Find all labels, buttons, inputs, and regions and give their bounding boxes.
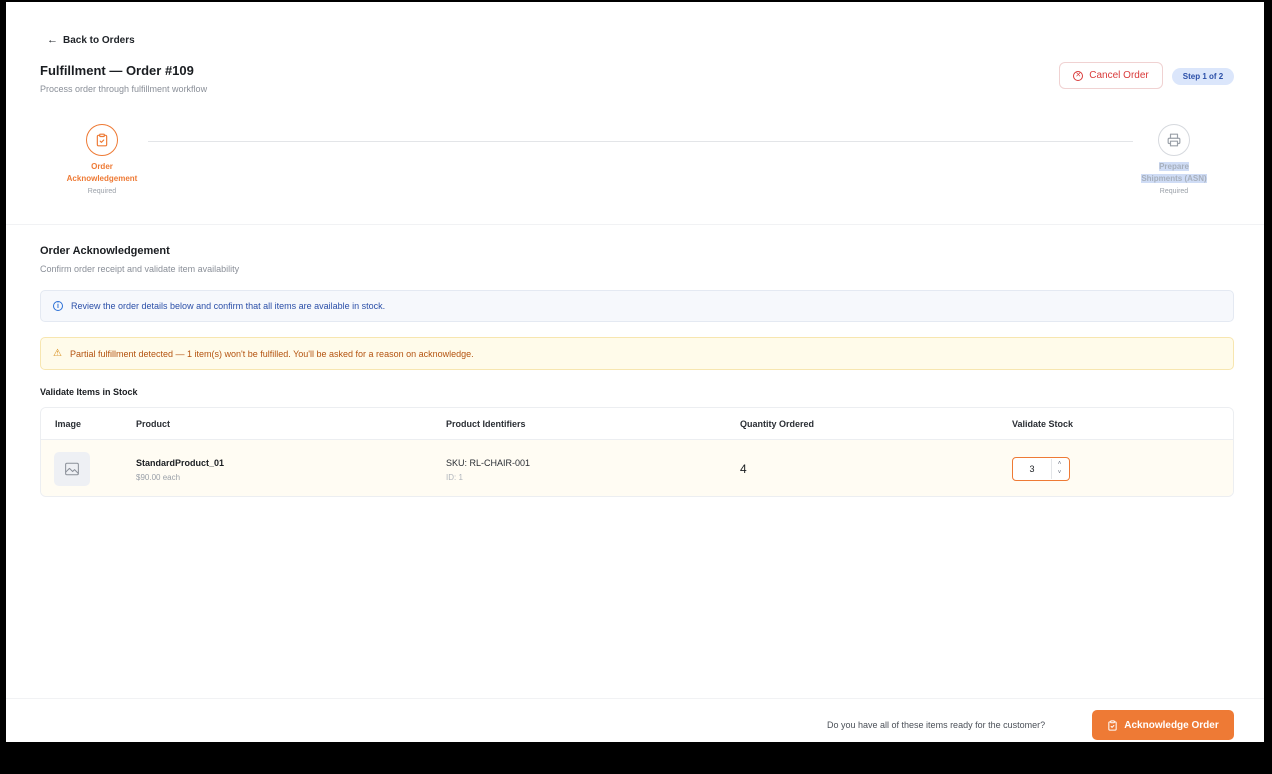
items-table: Image Product Product Identifiers Quanti… bbox=[40, 407, 1234, 497]
step-label-line1: Prepare bbox=[1159, 162, 1189, 171]
step-label-line2: Shipments (ASN) bbox=[1141, 174, 1207, 183]
product-sku: SKU: RL-CHAIR-001 bbox=[446, 458, 531, 468]
workflow-stepper: Order Acknowledgement Required Prepare S… bbox=[6, 120, 1264, 210]
page-subtitle: Process order through fulfillment workfl… bbox=[40, 84, 208, 94]
validate-stock-input[interactable] bbox=[1013, 464, 1051, 474]
step-label: Prepare Shipments (ASN) bbox=[1119, 161, 1229, 185]
step-requirement: Required bbox=[1159, 188, 1189, 195]
page-title: Fulfillment — Order #109 bbox=[40, 63, 194, 78]
image-icon bbox=[65, 462, 79, 476]
x-circle-icon: ✕ bbox=[1073, 70, 1084, 81]
stock-spinner[interactable]: ˄ ˅ bbox=[1051, 459, 1067, 479]
step-order-acknowledgement[interactable]: Order Acknowledgement Required bbox=[47, 124, 157, 195]
table-header: Image Product Product Identifiers Quanti… bbox=[41, 408, 1233, 440]
product-image-placeholder bbox=[54, 452, 90, 486]
back-link-label: Back to Orders bbox=[63, 34, 135, 46]
validate-stock-stepper[interactable]: ˄ ˅ bbox=[1012, 457, 1070, 481]
quantity-ordered: 4 bbox=[740, 462, 747, 476]
section-title: Order Acknowledgement bbox=[40, 245, 170, 257]
footer-divider bbox=[6, 698, 1264, 699]
section-divider bbox=[6, 224, 1264, 225]
fulfillment-page: ← Back to Orders Fulfillment — Order #10… bbox=[6, 2, 1264, 742]
clipboard-check-icon bbox=[1108, 719, 1117, 731]
warning-triangle-icon: ⚠ bbox=[53, 348, 62, 359]
column-header-identifiers: Product Identifiers bbox=[446, 419, 526, 429]
step-label: Order Acknowledgement bbox=[47, 161, 157, 185]
table-row: StandardProduct_01 $90.00 each SKU: RL-C… bbox=[41, 440, 1233, 496]
footer-question: Do you have all of these items ready for… bbox=[827, 720, 1046, 730]
step-requirement: Required bbox=[87, 188, 117, 195]
column-header-quantity: Quantity Ordered bbox=[740, 419, 815, 429]
column-header-product: Product bbox=[136, 419, 171, 429]
warning-message: Partial fulfillment detected — 1 item(s)… bbox=[69, 348, 474, 359]
chevron-up-icon[interactable]: ˄ bbox=[1058, 460, 1062, 469]
step-label-line1: Order bbox=[91, 162, 113, 171]
product-id: ID: 1 bbox=[446, 473, 463, 482]
warning-alert: ⚠ Partial fulfillment detected — 1 item(… bbox=[40, 337, 1234, 370]
cancel-order-button[interactable]: ✕ Cancel Order bbox=[1059, 62, 1163, 89]
step-circle bbox=[86, 124, 118, 156]
section-subtitle: Confirm order receipt and validate item … bbox=[40, 264, 240, 274]
step-label-line2: Acknowledgement bbox=[66, 174, 138, 183]
table-caption: Validate Items in Stock bbox=[40, 387, 138, 397]
step-badge: Step 1 of 2 bbox=[1172, 68, 1234, 85]
cancel-order-label: Cancel Order bbox=[1089, 70, 1149, 81]
column-header-image: Image bbox=[55, 419, 82, 429]
product-name: StandardProduct_01 bbox=[136, 458, 225, 468]
info-message: Review the order details below and confi… bbox=[71, 301, 386, 311]
chevron-down-icon[interactable]: ˅ bbox=[1058, 469, 1062, 478]
acknowledge-order-button[interactable]: Acknowledge Order bbox=[1092, 710, 1234, 740]
product-price: $90.00 each bbox=[136, 473, 181, 482]
column-header-validate-stock: Validate Stock bbox=[1012, 419, 1074, 429]
step-prepare-shipments[interactable]: Prepare Shipments (ASN) Required bbox=[1119, 124, 1229, 195]
printer-icon bbox=[1167, 133, 1181, 147]
back-to-orders-link[interactable]: ← Back to Orders bbox=[47, 34, 135, 46]
arrow-left-icon: ← bbox=[47, 34, 58, 46]
stepper-connector bbox=[148, 141, 1133, 142]
info-icon: i bbox=[53, 301, 63, 311]
acknowledge-order-label: Acknowledge Order bbox=[1124, 719, 1219, 731]
info-alert: i Review the order details below and con… bbox=[40, 290, 1234, 322]
clipboard-check-icon bbox=[96, 133, 108, 147]
step-circle bbox=[1158, 124, 1190, 156]
